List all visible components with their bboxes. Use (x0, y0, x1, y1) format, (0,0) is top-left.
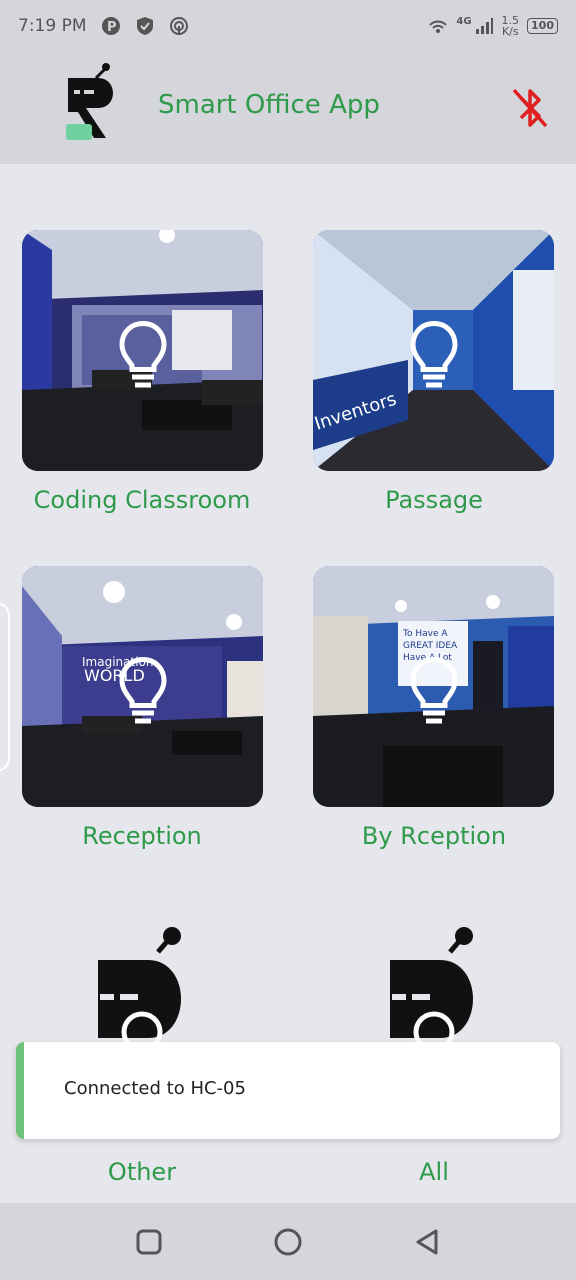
status-time: 7:19 PM (18, 16, 87, 36)
signal-icon (475, 18, 493, 34)
room-card-coding-classroom[interactable] (22, 230, 263, 471)
light-bulb-icon (118, 656, 167, 723)
svg-text:GREAT IDEA: GREAT IDEA (403, 641, 458, 651)
shield-icon (136, 17, 153, 35)
room-card-reception[interactable]: Imagination WORLD (22, 566, 263, 807)
light-bulb-icon (118, 320, 167, 387)
app-logo (66, 63, 113, 140)
room-label-coding-classroom: Coding Classroom (33, 486, 251, 514)
room-label-by-reception: By Rception (361, 822, 507, 850)
parking-icon: P (101, 17, 120, 35)
home-button[interactable] (273, 1227, 303, 1257)
hotspot-icon (169, 17, 188, 35)
wifi-icon (429, 20, 448, 33)
status-bar: 7:19 PM P 4G 1.5 K/s 100 (0, 0, 576, 52)
room-card-by-reception[interactable]: To Have A GREAT IDEA Have A Lot (313, 566, 554, 807)
edge-panel-handle[interactable] (0, 602, 10, 772)
network-type: 4G (456, 15, 472, 27)
system-nav-bar (0, 1203, 576, 1280)
room-label-other: Other (107, 1158, 177, 1186)
app-header: Smart Office App (0, 52, 576, 164)
battery-indicator: 100 (527, 18, 558, 34)
network-speed: 1.5 K/s (502, 15, 520, 37)
speed-unit: K/s (501, 25, 519, 38)
toast-accent-bar (16, 1042, 24, 1139)
recents-button[interactable] (134, 1227, 164, 1257)
back-button[interactable] (412, 1227, 442, 1257)
toast-notification: Connected to HC-05 (16, 1042, 560, 1139)
light-bulb-icon (409, 656, 458, 723)
app-title: Smart Office App (158, 90, 380, 120)
room-card-all[interactable] (384, 920, 494, 1050)
bluetooth-off-icon[interactable] (508, 84, 552, 132)
svg-text:P: P (107, 20, 117, 35)
room-label-passage: Passage (385, 486, 483, 514)
light-bulb-icon (409, 320, 458, 387)
svg-text:To Have A: To Have A (402, 629, 448, 639)
toast-message: Connected to HC-05 (64, 1078, 246, 1099)
room-card-passage[interactable]: Inventors (313, 230, 554, 471)
room-card-other[interactable] (92, 920, 202, 1050)
room-label-reception: Reception (82, 822, 202, 850)
room-label-all: All (419, 1158, 449, 1186)
